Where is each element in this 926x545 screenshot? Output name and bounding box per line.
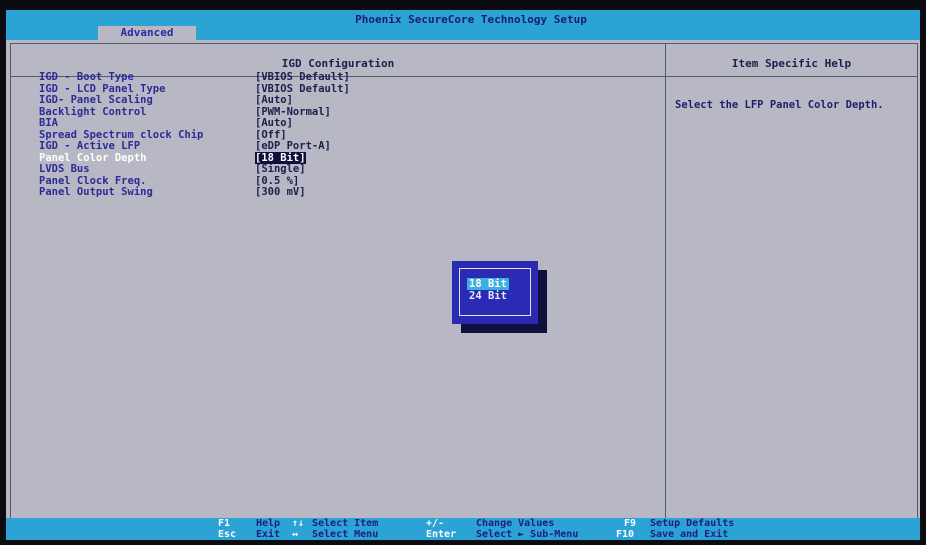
- footer-key: Esc: [218, 529, 237, 540]
- setting-label: IGD - LCD Panel Type: [39, 82, 166, 95]
- setting-panel-clock-freq[interactable]: Panel Clock Freq. [0.5 %]: [39, 175, 639, 187]
- footer-enter: Enter: [426, 529, 456, 540]
- footer-setup-defaults: Setup Defaults: [650, 518, 734, 529]
- setting-label: Backlight Control: [39, 105, 147, 118]
- options-popup: 18 Bit 24 Bit: [452, 261, 538, 324]
- setting-label: IGD- Panel Scaling: [39, 94, 153, 106]
- footer-select-menu: Select Menu: [312, 529, 378, 540]
- footer-f10: F10: [616, 529, 634, 540]
- bios-screen: Phoenix SecureCore Technology Setup Adva…: [6, 10, 920, 540]
- panel-divider-vertical: [665, 44, 666, 518]
- popup-frame: 18 Bit 24 Bit: [459, 268, 531, 316]
- footer-key: ↑↓: [292, 518, 305, 529]
- footer-f9: F9: [624, 518, 636, 529]
- footer-esc: Esc: [218, 529, 236, 540]
- footer-key: F9: [624, 518, 637, 529]
- setting-bia[interactable]: BIA [Auto]: [39, 117, 639, 129]
- footer-desc: Save and Exit: [650, 529, 729, 540]
- setting-label: BIA: [39, 117, 58, 129]
- key-help-bar: F1 Help ↑↓ Select Item +/- Change Values…: [6, 518, 920, 540]
- footer-save-exit: Save and Exit: [650, 529, 728, 540]
- footer-key: +/-: [426, 518, 445, 529]
- setting-value[interactable]: [Auto]: [255, 94, 293, 106]
- help-text: Select the LFP Panel Color Depth.: [675, 99, 884, 111]
- app-title: Phoenix SecureCore Technology Setup: [355, 13, 587, 26]
- footer-desc: Help: [256, 518, 281, 529]
- setting-lcd-panel-type[interactable]: IGD - LCD Panel Type [VBIOS Default]: [39, 83, 639, 95]
- setting-label: IGD - Boot Type: [39, 71, 134, 83]
- footer-key: F10: [616, 529, 635, 540]
- popup-option-18-bit[interactable]: 18 Bit: [467, 278, 509, 290]
- footer-key: F1: [218, 518, 231, 529]
- footer-f1: F1: [218, 518, 230, 529]
- footer-desc: Exit: [256, 529, 281, 540]
- popup-option-24-bit[interactable]: 24 Bit: [469, 290, 507, 302]
- footer-desc: Setup Defaults: [650, 518, 735, 529]
- footer-desc: Change Values: [476, 518, 555, 529]
- setting-panel-output-swing[interactable]: Panel Output Swing [300 mV]: [39, 186, 639, 198]
- setting-value[interactable]: [Single]: [255, 163, 306, 175]
- setting-value[interactable]: [300 mV]: [255, 186, 306, 198]
- setting-value[interactable]: [0.5 %]: [255, 175, 299, 187]
- footer-key: ↔: [292, 529, 299, 540]
- setting-spread-spectrum[interactable]: Spread Spectrum clock Chip [Off]: [39, 129, 639, 141]
- setting-boot-type[interactable]: IGD - Boot Type [VBIOS Default]: [39, 71, 639, 83]
- footer-change-values: Change Values: [476, 518, 554, 529]
- help-title: Item Specific Help: [731, 57, 852, 70]
- setting-active-lfp[interactable]: IGD - Active LFP [eDP Port-A]: [39, 140, 639, 152]
- setting-value[interactable]: [VBIOS Default]: [255, 71, 350, 83]
- footer-desc: Select ► Sub-Menu: [476, 529, 579, 540]
- title-bar: Phoenix SecureCore Technology Setup Adva…: [6, 10, 920, 40]
- setting-panel-scaling[interactable]: IGD- Panel Scaling [Auto]: [39, 94, 639, 106]
- setting-value[interactable]: [Auto]: [255, 117, 293, 129]
- footer-key: Enter: [426, 529, 457, 540]
- setting-label: Spread Spectrum clock Chip: [39, 128, 204, 141]
- setting-value[interactable]: [PWM-Normal]: [255, 106, 331, 118]
- footer-help: Help: [256, 518, 280, 529]
- section-title: IGD Configuration: [281, 57, 395, 70]
- setting-value[interactable]: [VBIOS Default]: [255, 83, 350, 95]
- tab-advanced[interactable]: Advanced: [98, 26, 196, 40]
- setting-label: Panel Color Depth: [39, 151, 147, 164]
- setting-lvds-bus[interactable]: LVDS Bus [Single]: [39, 163, 639, 175]
- setting-label: IGD - Active LFP: [39, 140, 141, 152]
- setting-value[interactable]: [Off]: [255, 129, 287, 141]
- footer-desc: Select Menu: [312, 529, 379, 540]
- footer-plusminus: +/-: [426, 518, 444, 529]
- setting-value-text: [18 Bit]: [255, 151, 306, 164]
- settings-list: IGD - Boot Type [VBIOS Default] IGD - LC…: [39, 71, 639, 198]
- setting-label: Panel Output Swing: [39, 186, 153, 198]
- setting-label: LVDS Bus: [39, 163, 90, 175]
- setting-value[interactable]: [eDP Port-A]: [255, 140, 331, 152]
- footer-updown: ↑↓: [292, 518, 304, 529]
- setting-value[interactable]: [18 Bit]: [255, 151, 306, 164]
- setting-panel-color-depth[interactable]: Panel Color Depth [18 Bit]: [39, 151, 639, 164]
- footer-exit: Exit: [256, 529, 280, 540]
- footer-desc: Select Item: [312, 518, 379, 529]
- setting-backlight-control[interactable]: Backlight Control [PWM-Normal]: [39, 106, 639, 118]
- footer-leftright: ↔: [292, 529, 298, 540]
- footer-select-item: Select Item: [312, 518, 378, 529]
- setting-label: Panel Clock Freq.: [39, 174, 147, 187]
- footer-select-submenu: Select ► Sub-Menu: [476, 529, 578, 540]
